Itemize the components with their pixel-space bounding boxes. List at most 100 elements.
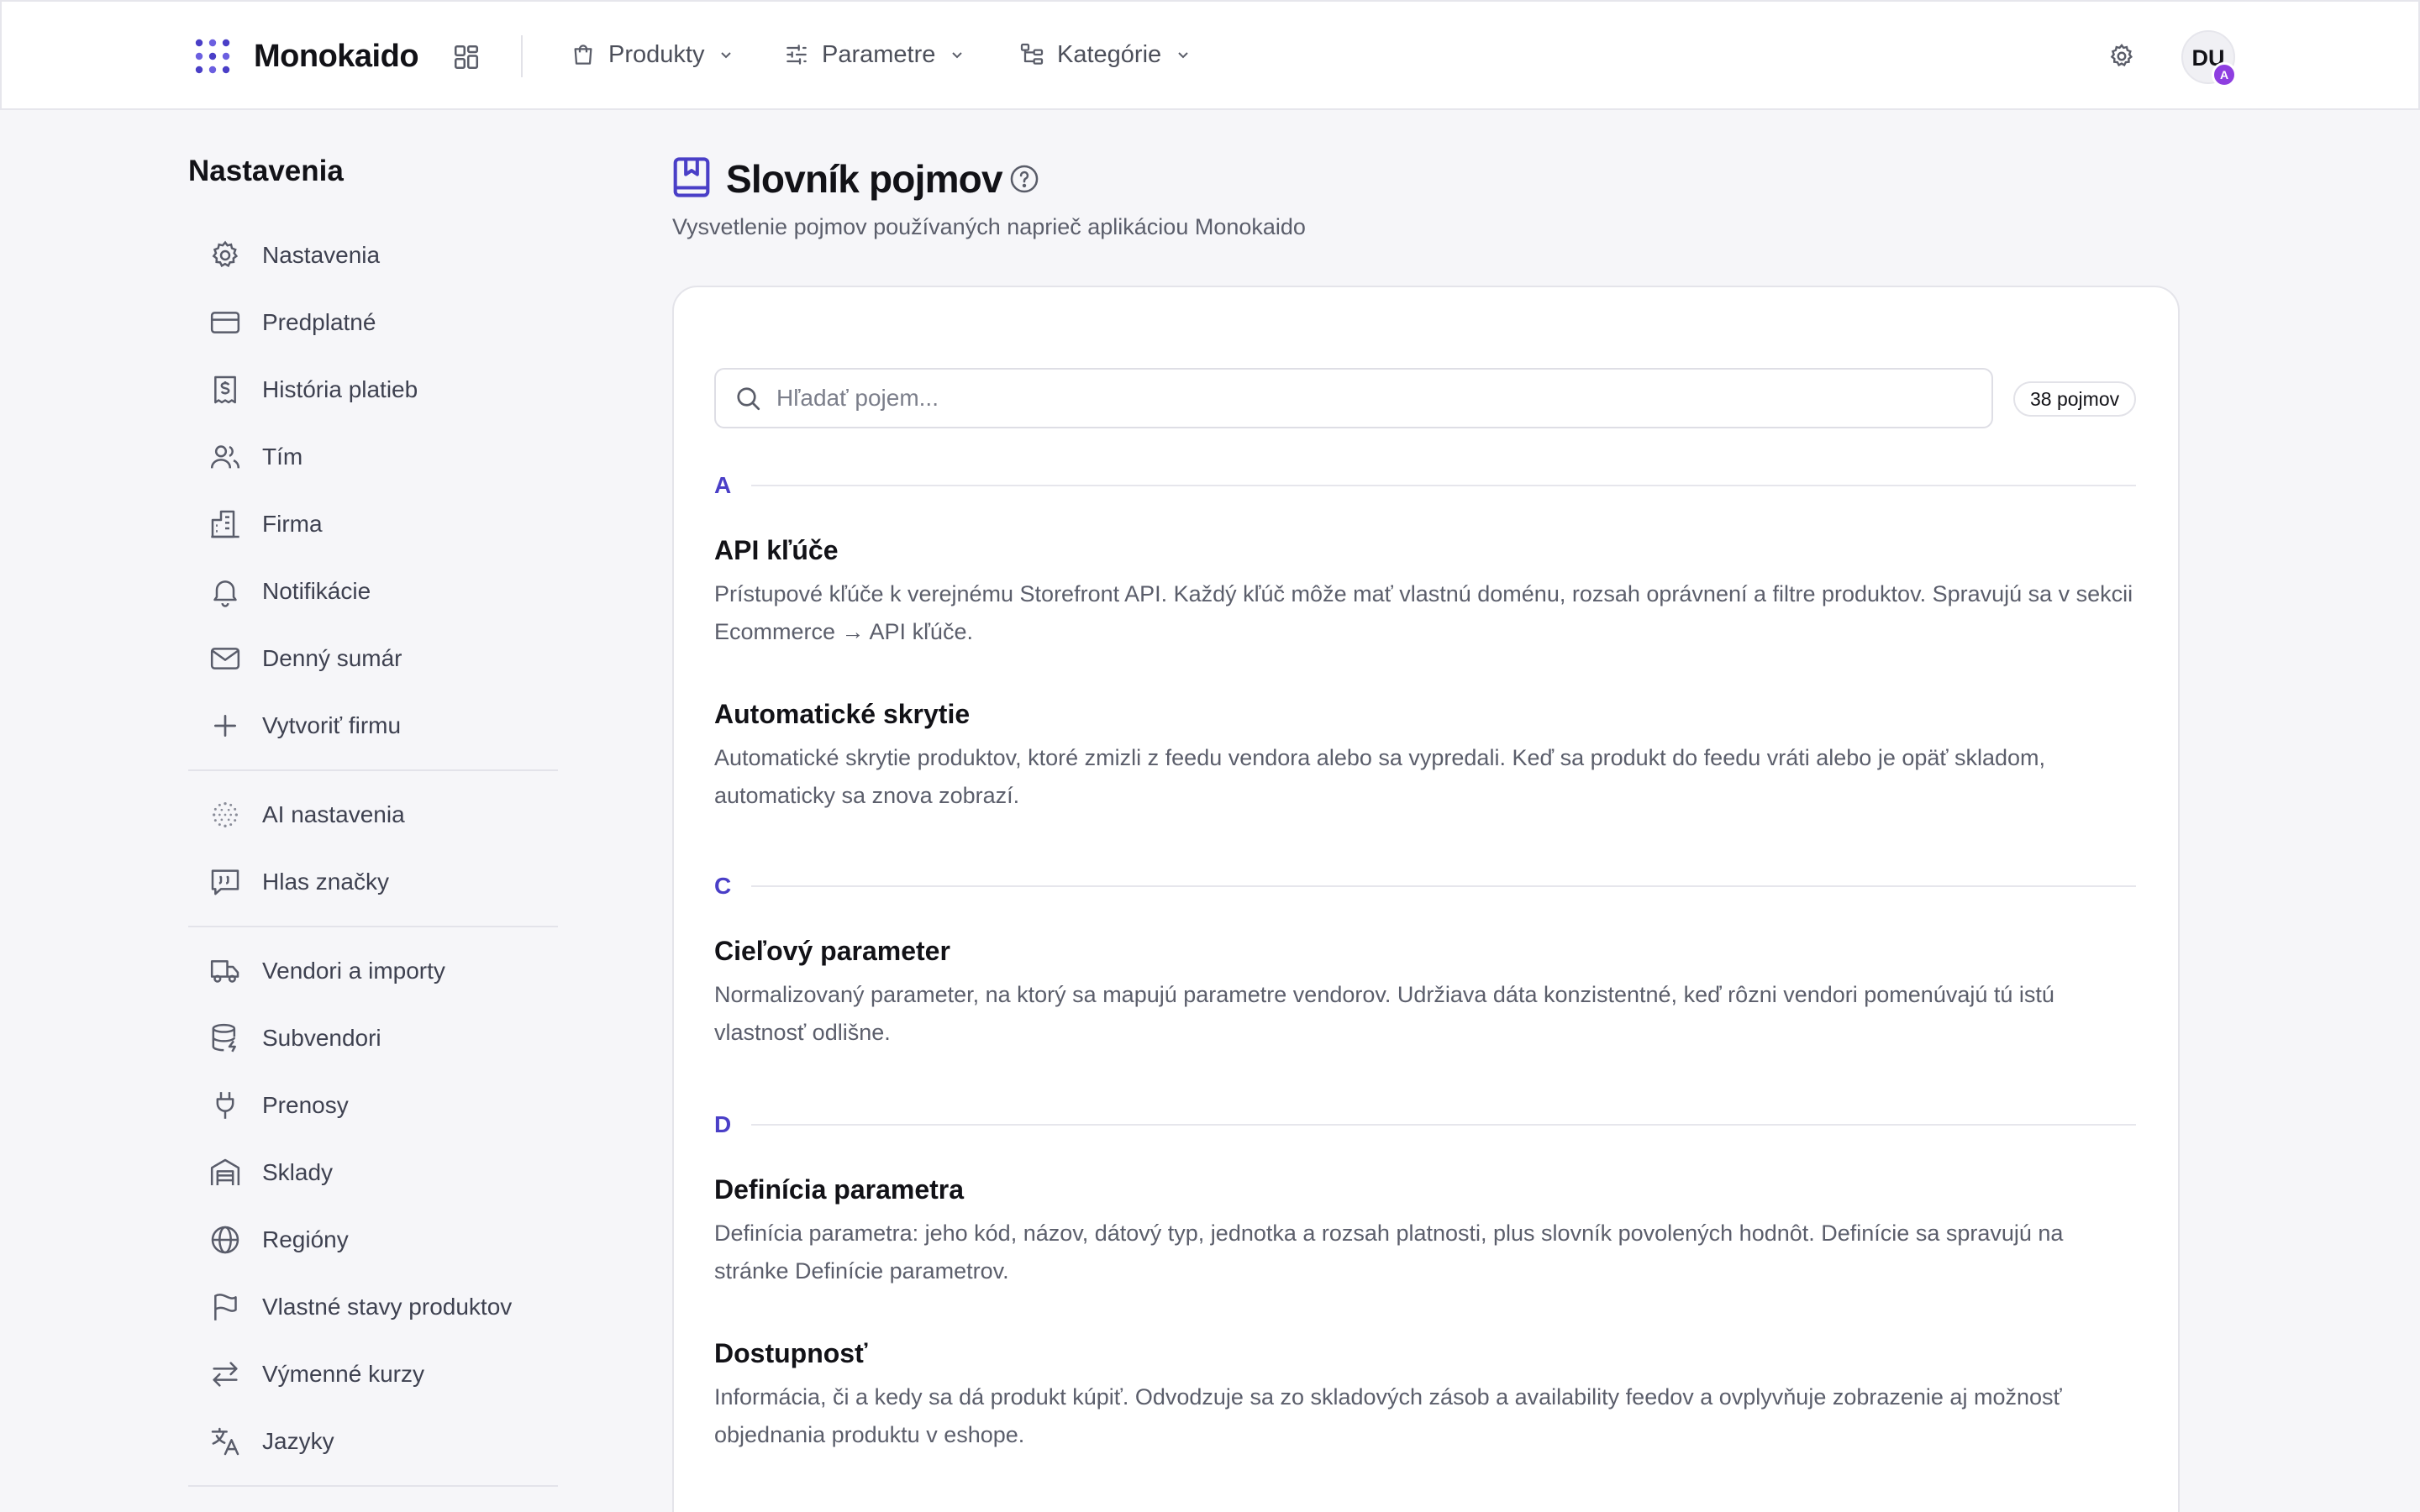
- section-letter: D: [714, 1111, 732, 1137]
- sidebar-divider: [188, 926, 558, 927]
- users-icon: [210, 445, 240, 469]
- sidebar-divider: [188, 1485, 558, 1487]
- sidebar-item-label: Vlastné stavy produktov: [262, 1294, 513, 1320]
- chevron-down-icon: [721, 52, 732, 59]
- app-switcher-icon[interactable]: [451, 42, 481, 72]
- hierarchy-icon: [1020, 43, 1044, 65]
- section-divider: [751, 885, 2136, 887]
- nav-menu-produkty[interactable]: Produkty: [570, 32, 734, 77]
- credit-card-icon: [210, 312, 240, 333]
- term-title: Automatické skrytie: [714, 699, 971, 729]
- sidebar-item-label: Jazyky: [262, 1428, 334, 1454]
- quote-message-icon: [211, 869, 239, 895]
- gear-icon: [212, 240, 239, 268]
- sidebar-title: Nastavenia: [188, 155, 344, 187]
- sidebar-item-ai-nastavenia[interactable]: AI nastavenia: [208, 791, 561, 838]
- sidebar-item-label: Vendori a importy: [262, 958, 445, 984]
- sidebar-item-vlastne-stavy-produktov[interactable]: Vlastné stavy produktov: [208, 1284, 561, 1331]
- sidebar-item-label: Denný sumár: [262, 645, 402, 671]
- sidebar-item-jazyky[interactable]: Jazyky: [208, 1418, 561, 1465]
- term-description: Normalizovaný parameter, na ktorý sa map…: [714, 982, 2054, 1045]
- sidebar-item-historia-platieb[interactable]: História platieb: [208, 366, 561, 413]
- chevron-down-icon: [1178, 52, 1188, 59]
- sidebar-item-label: Regióny: [262, 1226, 349, 1252]
- sidebar-item-label: Prenosy: [262, 1092, 349, 1118]
- letter-section-header: D: [714, 1110, 2136, 1140]
- sidebar-item-vendori-a-importy[interactable]: Vendori a importy: [208, 948, 561, 995]
- sidebar-item-denny-sumar[interactable]: Denný sumár: [208, 635, 561, 682]
- exchange-arrows-icon: [213, 1362, 238, 1387]
- sidebar-item-nastavenia[interactable]: Nastavenia: [208, 232, 561, 279]
- sidebar-item-prenosy[interactable]: Prenosy: [208, 1082, 561, 1129]
- sidebar-item-label: Predplatné: [262, 309, 376, 335]
- sidebar-item-label: História platieb: [262, 376, 418, 402]
- sidebar-item-predplatne[interactable]: Predplatné: [208, 299, 561, 346]
- sidebar-item-label: Nastavenia: [262, 242, 381, 268]
- sidebar-item-firma[interactable]: Firma: [208, 501, 561, 548]
- settings-gear-icon[interactable]: [2107, 42, 2136, 71]
- translate-icon: [211, 1427, 239, 1456]
- term-title: Dostupnosť: [714, 1338, 868, 1368]
- term-description: Informácia, či a kedy sa dá produkt kúpi…: [714, 1384, 2062, 1447]
- topbar-divider: [521, 35, 523, 77]
- warehouse-icon: [210, 1158, 240, 1185]
- database-icon: [212, 1023, 236, 1053]
- help-circle-icon[interactable]: [1008, 163, 1040, 195]
- section-divider: [751, 1124, 2136, 1126]
- sidebar-item-label: AI nastavenia: [262, 801, 405, 827]
- sidebar-item-notifikacie[interactable]: Notifikácie: [208, 568, 561, 615]
- letter-section-header: A: [714, 470, 2136, 501]
- sidebar-item-vytvorit-firmu[interactable]: Vytvoriť firmu: [208, 702, 561, 749]
- term-title: Cieľový parameter: [714, 936, 950, 966]
- search-input[interactable]: [776, 385, 1953, 412]
- sidebar-item-label: Firma: [262, 511, 323, 537]
- building-icon: [211, 510, 239, 538]
- sidebar-item-label: Sklady: [262, 1159, 334, 1185]
- sidebar-item-label: Výmenné kurzy: [262, 1361, 424, 1387]
- sidebar-item-hlas-znacky[interactable]: Hlas značky: [208, 858, 561, 906]
- section-divider: [751, 485, 2136, 486]
- nav-menu-kategorie[interactable]: Kategórie: [1018, 32, 1192, 77]
- nav-menu-label: Kategórie: [1057, 40, 1162, 68]
- plug-icon: [216, 1092, 234, 1119]
- chevron-down-icon: [952, 52, 963, 59]
- mail-icon: [210, 648, 240, 669]
- section-letter: A: [714, 472, 732, 498]
- sidebar-item-vymenne-kurzy[interactable]: Výmenné kurzy: [208, 1351, 561, 1398]
- sidebar-item-label: Subvendori: [262, 1025, 381, 1051]
- sidebar-item-label: Notifikácie: [262, 578, 371, 604]
- sidebar-item-sklady[interactable]: Sklady: [208, 1149, 561, 1196]
- sidebar-item-label: Vytvoriť firmu: [262, 712, 402, 738]
- shopping-bag-icon: [574, 45, 592, 65]
- page-title: Slovník pojmov: [726, 157, 1003, 201]
- logo-dots-icon: [195, 39, 230, 74]
- section-letter: C: [714, 873, 732, 899]
- sidebar-item-subvendori[interactable]: Subvendori: [208, 1015, 561, 1062]
- ai-sparkle-icon: [213, 802, 238, 827]
- sidebar-item-tim[interactable]: Tím: [208, 433, 561, 480]
- term-description: Automatické skrytie produktov, ktoré zmi…: [714, 745, 2046, 808]
- nav-menu-label: Parametre: [822, 40, 936, 68]
- page-subtitle: Vysvetlenie pojmov používaných naprieč a…: [672, 214, 1306, 239]
- top-navigation-bar: Monokaido Produkty Parametre Kategórie D…: [0, 0, 2420, 110]
- nav-menu-label: Produkty: [608, 40, 705, 68]
- letter-section-header: C: [714, 871, 2136, 901]
- bookmark-book-icon: [673, 157, 710, 197]
- truck-icon: [210, 960, 239, 983]
- sliders-icon: [786, 45, 807, 65]
- sidebar-item-regiony[interactable]: Regióny: [208, 1216, 561, 1263]
- plus-icon: [213, 715, 236, 737]
- search-box: [714, 368, 1993, 428]
- sidebar-divider: [188, 769, 558, 771]
- nav-menu-parametre[interactable]: Parametre: [783, 32, 965, 77]
- bell-icon: [213, 580, 237, 607]
- brand-name[interactable]: Monokaido: [254, 35, 419, 77]
- flag-icon: [214, 1294, 237, 1320]
- receipt-icon: [214, 375, 236, 404]
- globe-icon: [211, 1226, 239, 1254]
- term-title: Definícia parametra: [714, 1174, 965, 1205]
- sidebar-item-label: Hlas značky: [262, 869, 389, 895]
- user-role-badge: A: [2212, 62, 2237, 87]
- sidebar-item-label: Tím: [262, 444, 303, 470]
- term-title: API kľúče: [714, 535, 839, 565]
